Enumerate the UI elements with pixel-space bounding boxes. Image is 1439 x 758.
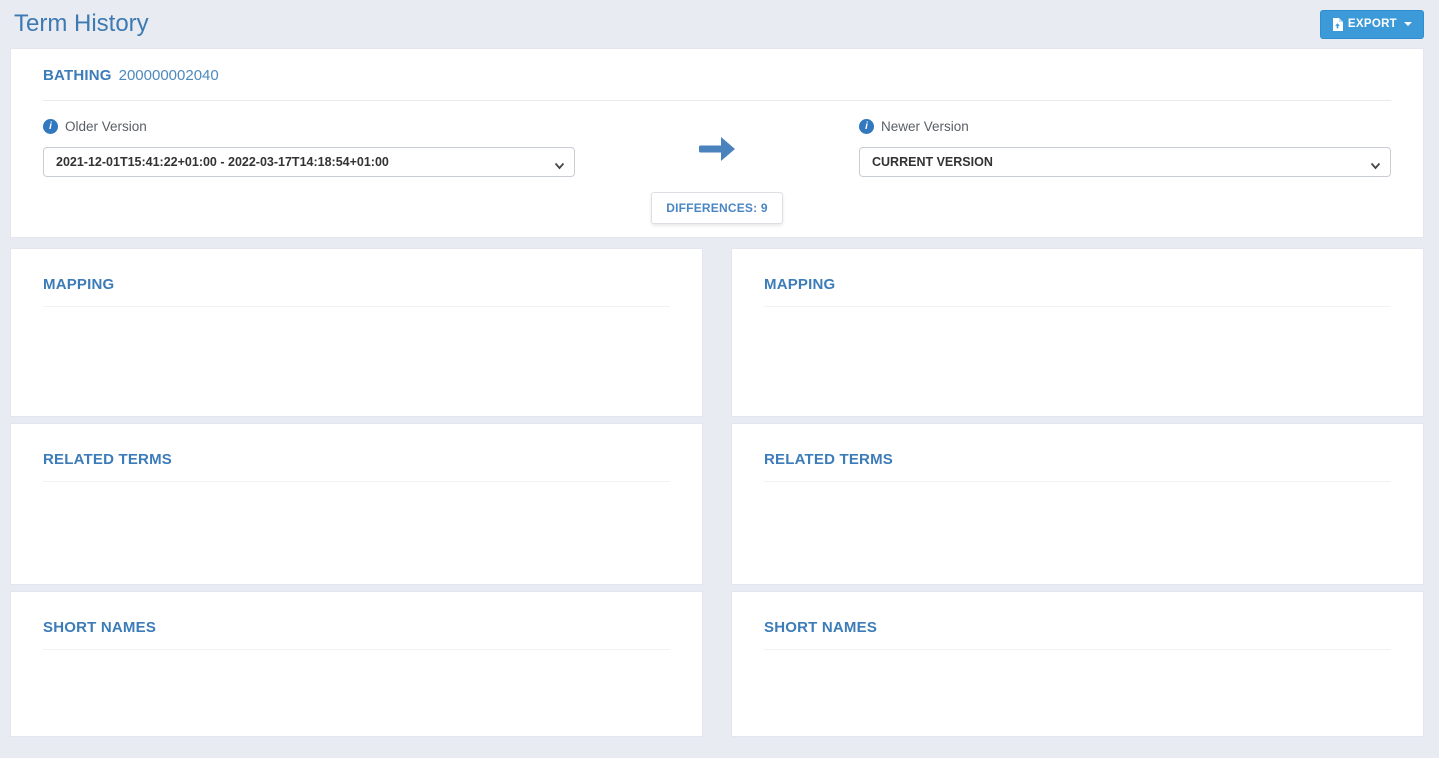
panel-short-names-older: SHORT NAMES bbox=[10, 591, 703, 737]
panel-title: MAPPING bbox=[764, 276, 1391, 307]
right-arrow-icon bbox=[697, 133, 737, 170]
version-compare-row: i Older Version 2021-12-01T15:41:22+01:0… bbox=[43, 119, 1391, 224]
panel-title: MAPPING bbox=[43, 276, 670, 307]
panel-title: RELATED TERMS bbox=[764, 451, 1391, 482]
file-export-icon bbox=[1332, 17, 1343, 31]
panel-mapping-newer: MAPPING bbox=[731, 248, 1424, 417]
term-comparison-card: BATHING 200000002040 i Older Version 2021… bbox=[10, 48, 1424, 238]
newer-version-label: i Newer Version bbox=[859, 119, 1391, 134]
panel-mapping-older: MAPPING bbox=[10, 248, 703, 417]
older-version-label: i Older Version bbox=[43, 119, 575, 134]
panel-title: SHORT NAMES bbox=[43, 619, 670, 650]
newer-version-select-wrap: CURRENT VERSION bbox=[859, 147, 1391, 177]
older-version-select[interactable]: 2021-12-01T15:41:22+01:00 - 2022-03-17T1… bbox=[43, 147, 575, 177]
compare-center-column: DIFFERENCES: 9 bbox=[575, 119, 859, 224]
section-panels-grid: MAPPING MAPPING RELATED TERMS RELATED TE… bbox=[10, 248, 1424, 737]
export-button[interactable]: EXPORT bbox=[1319, 9, 1424, 39]
term-header: BATHING 200000002040 bbox=[43, 67, 1391, 101]
newer-version-column: i Newer Version CURRENT VERSION bbox=[859, 119, 1391, 224]
info-icon: i bbox=[43, 119, 58, 134]
export-button-label: EXPORT bbox=[1347, 18, 1397, 30]
panel-related-terms-older: RELATED TERMS bbox=[10, 423, 703, 585]
older-version-column: i Older Version 2021-12-01T15:41:22+01:0… bbox=[43, 119, 575, 224]
panel-title: RELATED TERMS bbox=[43, 451, 670, 482]
differences-badge: DIFFERENCES: 9 bbox=[651, 192, 783, 224]
newer-version-label-text: Newer Version bbox=[881, 119, 969, 134]
older-version-select-wrap: 2021-12-01T15:41:22+01:00 - 2022-03-17T1… bbox=[43, 147, 575, 177]
term-id: 200000002040 bbox=[118, 67, 219, 84]
newer-version-select[interactable]: CURRENT VERSION bbox=[859, 147, 1391, 177]
page-header: Term History EXPORT bbox=[0, 0, 1439, 48]
panel-title: SHORT NAMES bbox=[764, 619, 1391, 650]
info-icon: i bbox=[859, 119, 874, 134]
panel-related-terms-newer: RELATED TERMS bbox=[731, 423, 1424, 585]
term-name: BATHING bbox=[43, 67, 112, 84]
panel-short-names-newer: SHORT NAMES bbox=[731, 591, 1424, 737]
caret-down-icon bbox=[1404, 22, 1412, 26]
page-title: Term History bbox=[14, 10, 149, 37]
older-version-label-text: Older Version bbox=[65, 119, 147, 134]
